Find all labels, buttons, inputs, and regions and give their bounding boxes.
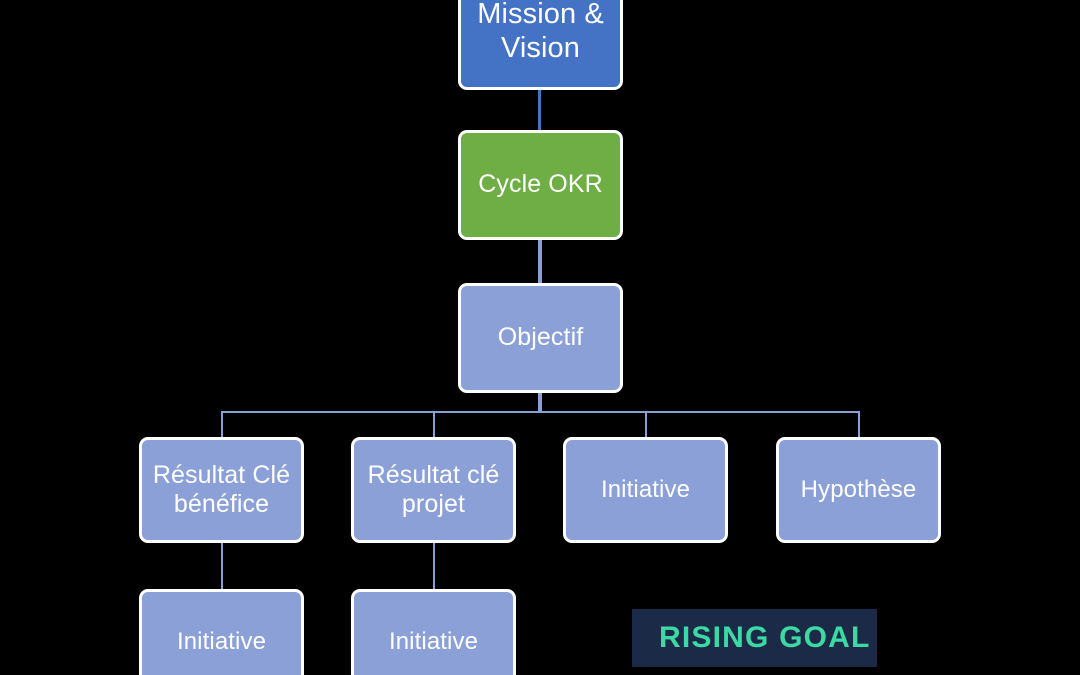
node-initiative-mid[interactable]: Initiative (351, 589, 516, 675)
logo-text: RISING GOAL (659, 621, 871, 654)
node-objectif[interactable]: Objectif (458, 283, 623, 393)
node-initiative-mid-label: Initiative (388, 627, 479, 655)
node-hypothese[interactable]: Hypothèse (776, 437, 941, 543)
connector-mission-to-cycle (538, 88, 541, 130)
connector-drop-hypothese (858, 411, 860, 439)
node-cycle-okr-label: Cycle OKR (478, 170, 603, 199)
node-mission-vision[interactable]: Mission & Vision (458, 0, 623, 90)
node-resultat-cle-benefice-line2: bénéfice (173, 490, 270, 518)
connector-objectif-stub (538, 391, 542, 413)
node-mission-vision-line1: Mission & (477, 0, 604, 30)
connector-horizontal-bus (221, 411, 860, 413)
connector-benefice-to-initiative (221, 541, 223, 591)
connector-drop-initiative (645, 411, 647, 439)
node-mission-vision-line2: Vision (500, 32, 581, 64)
okr-diagram-canvas: Mission & Vision Cycle OKR Objectif Résu… (0, 0, 1080, 675)
node-objectif-label: Objectif (497, 323, 584, 352)
connector-cycle-to-objectif (538, 238, 542, 283)
node-initiative-left-label: Initiative (176, 627, 267, 655)
rising-goal-logo: RISING GOAL (632, 609, 877, 667)
connector-drop-resultat-benefice (221, 411, 223, 439)
node-resultat-cle-projet[interactable]: Résultat clé projet (351, 437, 516, 543)
node-resultat-cle-projet-line2: projet (401, 490, 466, 518)
node-resultat-cle-benefice-line1: Résultat Clé (152, 460, 291, 489)
connector-drop-resultat-projet (433, 411, 435, 439)
node-hypothese-label: Hypothèse (800, 475, 917, 503)
node-initiative-left[interactable]: Initiative (139, 589, 304, 675)
connector-projet-to-initiative (433, 541, 435, 591)
node-resultat-cle-benefice[interactable]: Résultat Clé bénéfice (139, 437, 304, 543)
node-resultat-cle-projet-line1: Résultat clé (367, 460, 500, 489)
node-initiative-row2-label: Initiative (600, 475, 691, 503)
node-initiative-row2[interactable]: Initiative (563, 437, 728, 543)
node-cycle-okr[interactable]: Cycle OKR (458, 130, 623, 240)
